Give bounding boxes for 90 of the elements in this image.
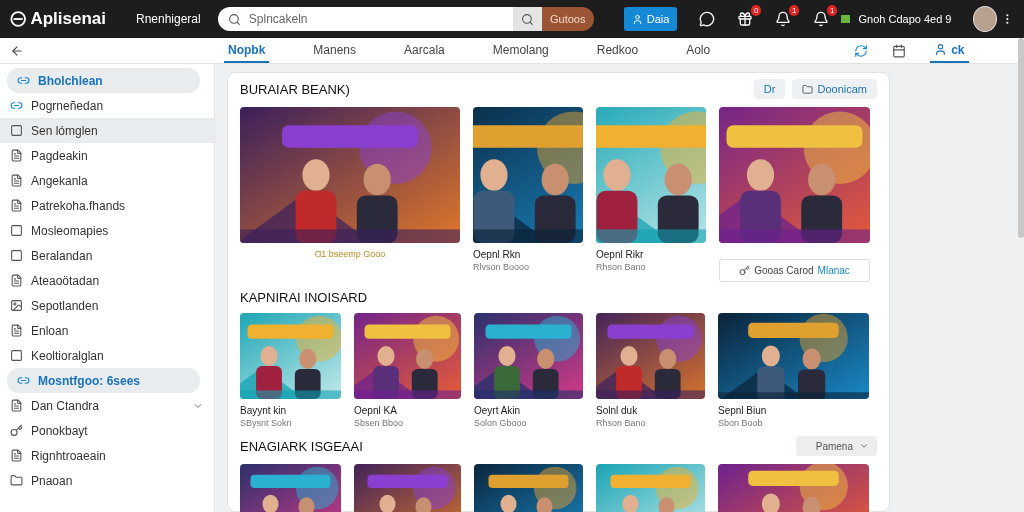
nav-tab[interactable]: Nopbk xyxy=(224,38,270,63)
scrollbar[interactable] xyxy=(1018,38,1024,238)
card-title: Oeyrt Akin xyxy=(474,405,522,416)
card-title: Oepnl KA xyxy=(354,405,398,416)
document-icon xyxy=(10,324,23,337)
sidebar-item[interactable]: Dan Ctandra xyxy=(0,393,214,418)
sidebar-item[interactable]: Rignhtroaeain xyxy=(0,443,214,468)
section-title: KAPNIRAI INOISARD xyxy=(240,290,368,305)
link-icon xyxy=(10,99,23,112)
square-icon xyxy=(10,224,23,237)
action-button[interactable]: Dr xyxy=(753,79,786,99)
action-button[interactable]: Doonicam xyxy=(792,79,877,99)
upload-button[interactable]: Daia xyxy=(623,7,678,31)
card-subtitle: Rhson Bano xyxy=(596,262,647,272)
search-button[interactable] xyxy=(513,7,542,31)
nav-tab[interactable]: Memolang xyxy=(488,38,553,63)
nav-tab[interactable]: Redkoo xyxy=(592,38,643,63)
card-title: Solnl duk xyxy=(596,405,639,416)
count-badge: 1 xyxy=(788,5,800,16)
card-subtitle: Rhson Bano xyxy=(596,418,647,428)
nav-tab[interactable]: Aarcala xyxy=(400,38,449,63)
card-title: Oepnl Rikr xyxy=(596,249,645,260)
brand-name: Aplisenai xyxy=(30,9,106,29)
card-subtitle: Solon Gbooo xyxy=(474,418,528,428)
link-icon xyxy=(17,374,30,387)
user-icon xyxy=(631,13,643,25)
search-field[interactable]: Splncakeln xyxy=(217,7,514,31)
refresh-icon[interactable] xyxy=(854,43,869,58)
card-subtitle: SBysnt Sokn xyxy=(240,418,293,428)
link-icon xyxy=(17,74,30,87)
card-subtitle: Sbon Boob xyxy=(718,418,764,428)
nav-tab[interactable]: Manens xyxy=(309,38,361,63)
search-icon xyxy=(521,12,535,26)
document-icon xyxy=(10,399,23,412)
chat-icon[interactable] xyxy=(699,11,716,27)
sort-dropdown[interactable]: Pamena xyxy=(795,436,877,456)
sidebar-item[interactable]: Mosntfgoo: 6sees xyxy=(7,368,200,393)
key-icon xyxy=(10,424,23,437)
sidebar-item[interactable]: Ponokbayt xyxy=(0,418,214,443)
avatar[interactable] xyxy=(973,6,998,32)
account-tab[interactable]: ck xyxy=(930,38,969,63)
square-icon xyxy=(10,349,23,362)
document-icon xyxy=(10,149,23,162)
card-title: Oepnl Rkn xyxy=(473,249,522,260)
back-icon[interactable] xyxy=(10,43,24,58)
nav-tab[interactable]: Aolo xyxy=(682,38,715,63)
sidebar-item[interactable]: Ateaoötadan xyxy=(0,268,214,293)
brand-subtitle: Rnenhigeral xyxy=(135,12,202,26)
key-icon xyxy=(739,265,751,276)
card-title: Sepnl Biun xyxy=(718,405,768,416)
folder-icon xyxy=(10,474,23,487)
sidebar-item[interactable]: Sepotlanden xyxy=(0,293,214,318)
notification-icon[interactable] xyxy=(813,11,830,27)
sidebar-item[interactable]: Patrekoha.fhands xyxy=(0,193,214,218)
gift-icon[interactable] xyxy=(737,11,754,27)
square-icon xyxy=(10,124,23,137)
document-icon xyxy=(10,174,23,187)
document-icon xyxy=(10,274,23,287)
logo-icon xyxy=(10,10,27,28)
sidebar-item[interactable]: Enloan xyxy=(0,318,214,343)
document-icon xyxy=(10,199,23,212)
count-badge: 0 xyxy=(750,5,762,16)
notification-icon[interactable] xyxy=(775,11,792,27)
document-icon xyxy=(10,449,23,462)
sidebar-item[interactable]: Beralandan xyxy=(0,243,214,268)
square-icon xyxy=(10,249,23,262)
sidebar-item[interactable]: Sen lómglen xyxy=(0,118,214,143)
sidebar-item[interactable]: Mosleomapies xyxy=(0,218,214,243)
user-name: Gnoh Cdapo 4ed 9 xyxy=(858,13,952,25)
card-note: Ɑ1 bseemp Gooo xyxy=(313,249,387,259)
card-subtitle: Sbsen Bboo xyxy=(354,418,405,428)
sidebar-item[interactable]: Pogrneñedan xyxy=(0,93,214,118)
caret-icon xyxy=(859,441,869,451)
image-icon xyxy=(10,299,23,312)
section-title: ENAGIARK ISGEAAI xyxy=(240,438,363,454)
sidebar-item[interactable]: Bholchlean xyxy=(7,68,200,93)
calendar-icon[interactable] xyxy=(892,43,907,58)
search-icon xyxy=(227,12,241,26)
section-title: BURAIAR BEANK) xyxy=(240,81,350,97)
go-button[interactable]: Gutoos xyxy=(541,7,594,31)
sidebar-item[interactable]: Pagdeakin xyxy=(0,143,214,168)
sidebar-item[interactable]: Angekanla xyxy=(0,168,214,193)
user-icon xyxy=(934,43,948,56)
sidebar-item[interactable]: Keoltioralglan xyxy=(0,343,214,368)
more-button[interactable]: Gooas Carod Mlanac xyxy=(719,259,870,282)
card-title: Bayynt kin xyxy=(240,405,288,416)
card-subtitle: Rlvson Boooo xyxy=(473,262,531,272)
flag-icon xyxy=(841,15,851,23)
sidebar-item[interactable]: Pnaoan xyxy=(0,468,214,493)
count-badge: 1 xyxy=(826,5,838,16)
